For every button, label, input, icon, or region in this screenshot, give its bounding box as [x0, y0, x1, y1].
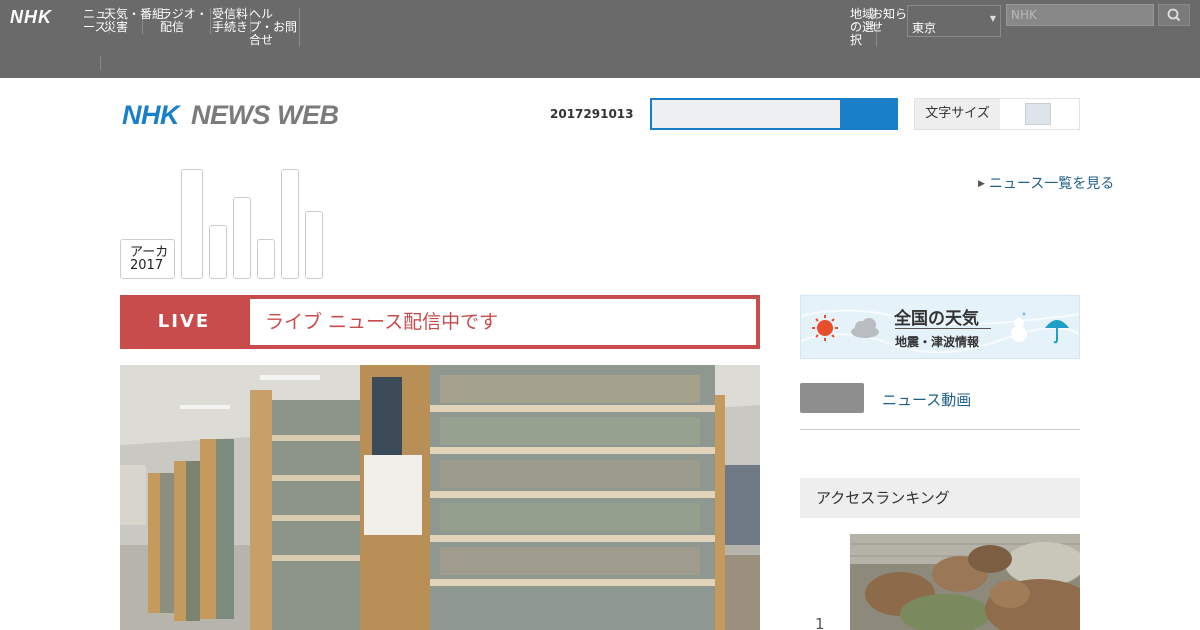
global-nav-item[interactable]: ラジオ・ 配信	[160, 8, 211, 34]
global-search-button[interactable]	[1158, 4, 1190, 26]
ranking-number: 1	[815, 615, 825, 630]
live-banner[interactable]: LIVE ライブ ニュース配信中です	[120, 295, 760, 349]
ranking-photo[interactable]	[850, 534, 1080, 630]
umbrella-icon	[1045, 320, 1069, 344]
site-search-input[interactable]	[650, 98, 842, 130]
nav-divider	[100, 56, 101, 70]
global-nav-item[interactable]: 天気・ 災害	[104, 8, 144, 34]
cloud-icon	[851, 318, 879, 338]
news-list-link[interactable]: ▶ ニュース一覧を見る	[978, 173, 1114, 193]
global-nav-item[interactable]: ヘル プ・お問 合せ	[249, 8, 301, 47]
news-web-logo[interactable]: NHK NEWS WEB	[122, 100, 339, 131]
weather-banner[interactable]: 全国の天気 地震・津波情報	[800, 295, 1080, 359]
archive-bar[interactable]	[233, 197, 251, 279]
ranking-header: アクセスランキング	[800, 478, 1080, 518]
global-nav-item[interactable]: 受信料 手続き	[212, 8, 252, 34]
search-icon	[1167, 8, 1181, 22]
nhk-logo[interactable]: NHK	[10, 7, 52, 28]
archive-bar[interactable]	[257, 239, 275, 279]
archive-year-label[interactable]: アーカ 2017	[120, 239, 175, 279]
library-photo	[120, 365, 760, 630]
global-search-input[interactable]: NHK	[1006, 4, 1154, 26]
chevron-down-icon: ▼	[989, 14, 996, 23]
archive-bar[interactable]	[305, 211, 323, 279]
region-select[interactable]: 東京 ▼	[907, 5, 1001, 37]
utility-nav-item[interactable]: お知ら せ	[871, 8, 911, 34]
sidebar-divider	[800, 429, 1080, 430]
news-list-link-label: ニュース一覧を見る	[988, 176, 1115, 192]
text-size-control: 文字サイズ	[914, 98, 1080, 130]
weather-divider	[895, 328, 991, 329]
top-story-photo[interactable]	[120, 365, 760, 630]
header-date: 2017291013	[550, 107, 634, 121]
sidebar-button[interactable]	[800, 383, 864, 413]
snowman-icon	[1011, 312, 1027, 342]
capybara-photo	[850, 534, 1080, 630]
news-video-link[interactable]: ニュース動画	[882, 389, 971, 410]
live-title: ライブ ニュース配信中です	[250, 299, 756, 345]
archive-bar[interactable]	[281, 169, 299, 279]
archive-bar[interactable]	[209, 225, 227, 279]
region-select-value: 東京	[912, 21, 937, 35]
weather-subtitle: 地震・津波情報	[895, 335, 980, 349]
archive-bar[interactable]	[181, 169, 203, 279]
text-size-label: 文字サイズ	[915, 99, 1000, 129]
triangle-right-icon: ▶	[978, 179, 985, 189]
news-web-logo-text: NEWS WEB	[191, 100, 339, 130]
text-size-toggle[interactable]	[1025, 103, 1051, 125]
site-search-button[interactable]	[841, 98, 898, 130]
global-header: NHK ニュ ース 天気・ 災害 番組 ラジオ・ 配信 受信料 手続き ヘル プ・お問 合…	[0, 0, 1200, 78]
archive-label-year: 2017	[130, 258, 164, 273]
news-web-logo-nhk: NHK	[122, 100, 180, 130]
global-search-placeholder: NHK	[1011, 8, 1037, 22]
live-label: LIVE	[157, 311, 211, 332]
weather-title: 全国の天気	[894, 309, 979, 329]
